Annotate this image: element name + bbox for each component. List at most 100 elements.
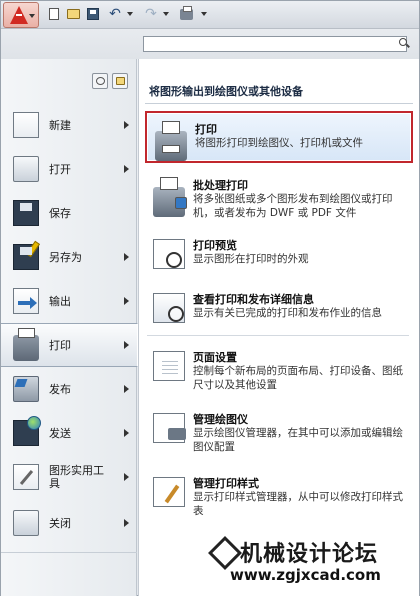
menu-item-label: 关闭 (49, 516, 71, 530)
option-description: 显示有关已完成的打印和发布作业的信息 (193, 307, 382, 319)
recent-documents-button[interactable] (92, 73, 108, 89)
menu-item-label: 图形实用工具 (49, 464, 104, 490)
folder-icon (116, 77, 125, 85)
open-icon (66, 9, 80, 19)
chevron-right-icon (124, 297, 129, 305)
option-plot-preview[interactable]: 打印预览 显示图形在打印时的外观 (145, 229, 413, 281)
option-title: 打印 (195, 123, 217, 136)
open-folder-icon (13, 156, 39, 182)
option-description: 显示图形在打印时的外观 (193, 253, 309, 265)
publish-icon (13, 376, 39, 402)
drawing-utilities-icon (13, 464, 39, 490)
option-plotter-manager[interactable]: 管理绘图仪 显示绘图仪管理器，在其中可以添加或编辑绘图仪配置 (145, 403, 413, 461)
menu-item-label: 输出 (49, 294, 71, 308)
option-plot-style-manager[interactable]: 管理打印样式 显示打印样式管理器，从中可以修改打印样式表 (145, 467, 413, 525)
menu-item-close[interactable]: 关闭 (1, 501, 137, 545)
menu-item-send[interactable]: 发送 (1, 411, 137, 455)
search-input[interactable] (143, 36, 407, 52)
option-description: 将图形打印到绘图仪、打印机或文件 (195, 137, 363, 149)
menu-item-drawing-utilities[interactable]: 图形实用工具 (1, 455, 137, 499)
chevron-down-icon (29, 14, 35, 18)
new-document-icon (13, 112, 39, 138)
menu-item-open[interactable]: 打开 (1, 147, 137, 191)
watermark-url: www.zgjxcad.com (230, 566, 381, 584)
panel-heading: 将图形输出到绘图仪或其他设备 (149, 85, 303, 98)
menu-item-label: 另存为 (49, 250, 82, 264)
export-icon (13, 288, 39, 314)
redo-dropdown[interactable] (159, 7, 173, 21)
printer-icon (13, 328, 39, 361)
chevron-right-icon (124, 429, 129, 437)
chevron-down-icon (201, 12, 207, 16)
plot-style-manager-icon (153, 477, 185, 507)
customize-toolbar-dropdown[interactable] (197, 7, 211, 21)
save-icon (13, 200, 39, 226)
chevron-right-icon (124, 385, 129, 393)
plot-button[interactable] (179, 5, 193, 21)
chevron-right-icon (124, 473, 129, 481)
option-plot-details[interactable]: 查看打印和发布详细信息 显示有关已完成的打印和发布作业的信息 (145, 283, 413, 335)
clock-icon (96, 77, 105, 85)
option-description: 将多张图纸或多个图形发布到绘图仪或打印机，或者发布为 DWF 或 PDF 文件 (193, 193, 393, 219)
option-title: 管理打印样式 (193, 477, 259, 490)
save-as-icon (13, 244, 39, 270)
save-icon (87, 8, 99, 20)
option-title: 管理绘图仪 (193, 413, 248, 426)
open-button[interactable] (66, 7, 80, 21)
menu-item-publish[interactable]: 发布 (1, 367, 137, 411)
option-title: 打印预览 (193, 239, 237, 252)
divider (145, 103, 413, 104)
page-setup-icon (153, 351, 185, 381)
batch-plot-icon (153, 177, 187, 217)
chevron-right-icon (124, 341, 129, 349)
save-button[interactable] (86, 7, 100, 21)
chevron-right-icon (124, 519, 129, 527)
undo-icon: ↶ (109, 6, 121, 22)
printer-icon (155, 121, 187, 161)
open-documents-button[interactable] (112, 73, 128, 89)
menu-item-label: 打印 (49, 338, 71, 352)
plot-details-icon (153, 293, 185, 323)
autocad-logo-icon (10, 6, 28, 24)
send-icon (13, 416, 41, 446)
application-menu-button[interactable] (3, 2, 39, 28)
menu-item-save-as[interactable]: 另存为 (1, 235, 137, 279)
search-bar (1, 29, 419, 59)
plotter-manager-icon (153, 413, 186, 443)
option-description: 显示打印样式管理器，从中可以修改打印样式表 (193, 491, 403, 517)
undo-button[interactable]: ↶ (108, 7, 122, 21)
new-icon (49, 8, 59, 20)
forum-logo-icon (208, 538, 238, 566)
redo-button[interactable]: ↷ (144, 7, 158, 21)
option-title: 查看打印和发布详细信息 (193, 293, 314, 306)
new-button[interactable] (47, 7, 61, 21)
menu-item-save[interactable]: 保存 (1, 191, 137, 235)
watermark-title: 机械设计论坛 (240, 541, 379, 567)
redo-icon: ↷ (145, 6, 157, 22)
menu-item-export[interactable]: 输出 (1, 279, 137, 323)
menu-item-new[interactable]: 新建 (1, 103, 137, 147)
search-icon[interactable] (399, 38, 409, 48)
application-menu-window: ↶ ↷ 新建 打开 保存 另存为 输出 打印 发布 发送 图形实用工具 关闭 将… (0, 0, 420, 596)
application-menu-list: 新建 打开 保存 另存为 输出 打印 发布 发送 图形实用工具 关闭 (1, 59, 138, 596)
plot-preview-icon (153, 239, 185, 269)
undo-dropdown[interactable] (123, 7, 137, 21)
menu-item-plot[interactable]: 打印 (1, 323, 138, 367)
close-document-icon (13, 510, 39, 536)
menu-item-label: 发送 (49, 426, 71, 440)
divider (147, 335, 409, 336)
quick-access-toolbar: ↶ ↷ (1, 1, 419, 29)
option-page-setup[interactable]: 页面设置 控制每个新布局的页面布局、打印设备、图纸尺寸以及其他设置 (145, 341, 413, 399)
menu-item-label: 保存 (49, 206, 71, 220)
chevron-down-icon (163, 12, 169, 16)
plot-icon (179, 5, 193, 20)
option-plot[interactable]: 打印 将图形打印到绘图仪、打印机或文件 (145, 111, 413, 163)
menu-item-label: 新建 (49, 118, 71, 132)
option-description: 控制每个新布局的页面布局、打印设备、图纸尺寸以及其他设置 (193, 365, 403, 391)
menu-item-label: 打开 (49, 162, 71, 176)
chevron-right-icon (124, 121, 129, 129)
option-batch-plot[interactable]: 批处理打印 将多张图纸或多个图形发布到绘图仪或打印机，或者发布为 DWF 或 P… (145, 169, 413, 227)
chevron-right-icon (124, 165, 129, 173)
plot-submenu-panel: 将图形输出到绘图仪或其他设备 打印 将图形打印到绘图仪、打印机或文件 批处理打印… (138, 59, 419, 596)
watermark: 机械设计论坛 www.zgjxcad.com (206, 536, 416, 594)
